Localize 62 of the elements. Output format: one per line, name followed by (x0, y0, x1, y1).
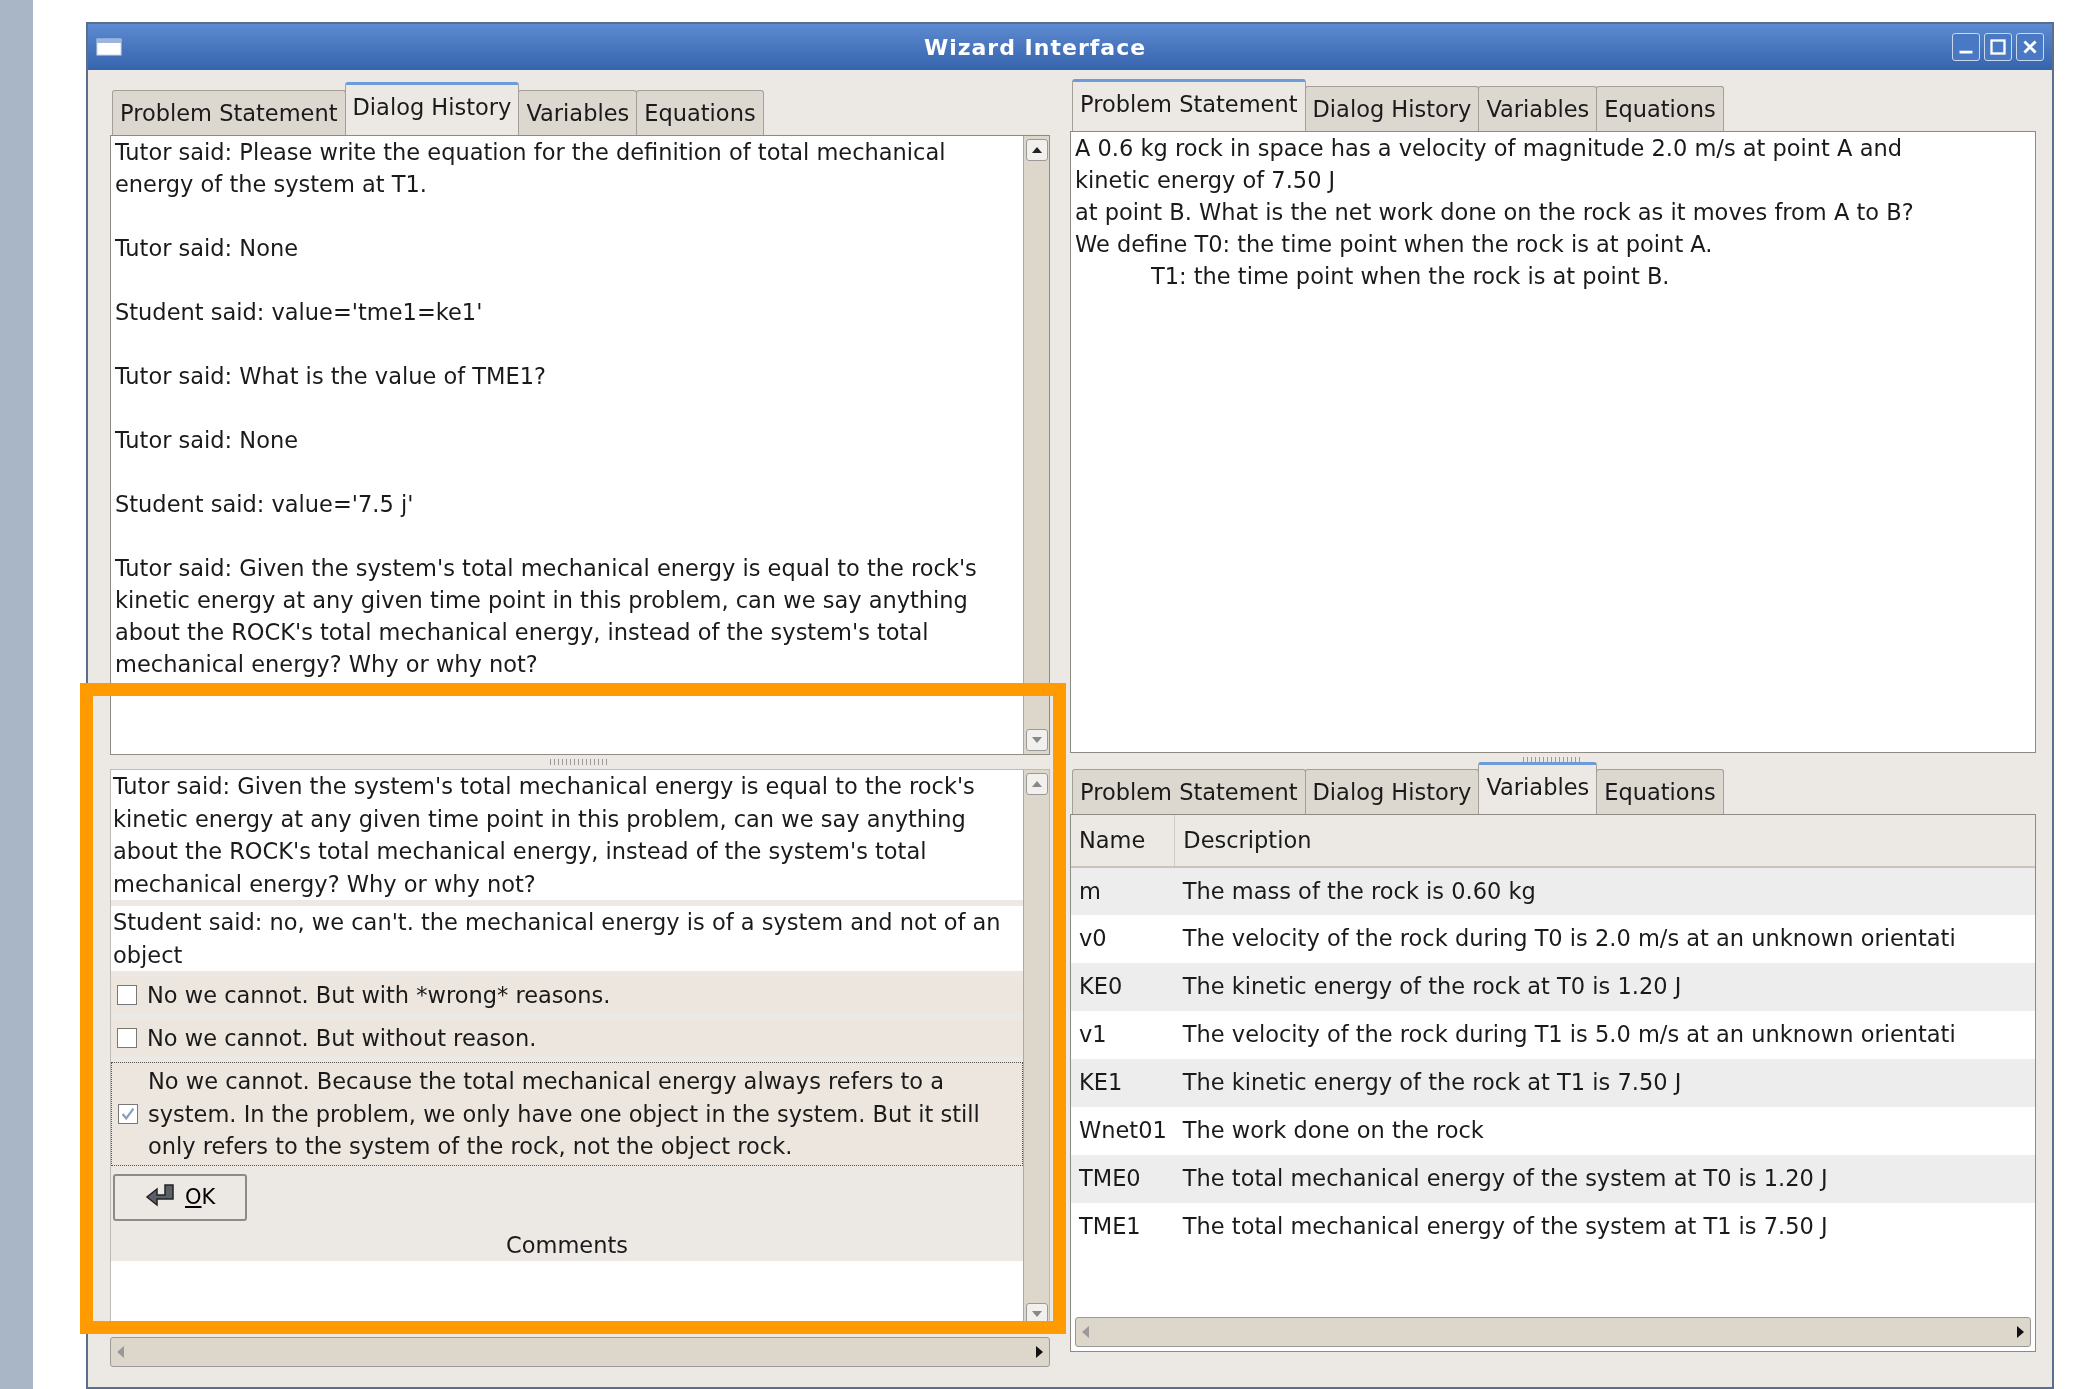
dialog-message: Tutor said: Given the system's total mechanical energy is equal to the rock's kinetic energy at any given time point in this problem, can we say anything about the ROCK's total mechanical energy, instead of the system's total mechanical energy? Why or why not? (115, 554, 978, 679)
problem-line: A 0.6 kg rock in space has a velocity of magnitude 2.0 m/s at point A and (1075, 134, 1902, 163)
table-cell: The velocity of the rock during T1 is 5.0 m/s at an unknown orientati (1174, 1011, 2035, 1059)
problem-line: T1: the time point when the rock is at point B. (1150, 262, 1670, 291)
problem-line: kinetic energy of 7.50 J (1075, 166, 1336, 195)
table-cell: v1 (1071, 1011, 1175, 1059)
tab[interactable]: Problem Statement (112, 90, 346, 135)
dialog-message: Student said: value='7.5 j' (115, 490, 415, 519)
answer-option[interactable]: No we cannot. But with *wrong* reasons. (111, 977, 1023, 1014)
table-cell: The kinetic energy of the rock at T1 is 7.50 J (1174, 1059, 2035, 1107)
down-arrow-icon[interactable] (1031, 1310, 1042, 1318)
table-cell: The velocity of the rock during T0 is 2.0 m/s at an unknown orientati (1174, 915, 2035, 963)
dialog-message: Student said: value='tme1=ke1' (115, 298, 484, 327)
horizontal-scrollbar[interactable] (1075, 1317, 2031, 1347)
dialog-message: Tutor said: Please write the equation for the definition of total mechanical energy of the system at T1. (115, 138, 947, 199)
problem-line: We define T0: the time point when the rock is at point A. (1075, 230, 1713, 259)
table-cell: TME0 (1071, 1155, 1175, 1203)
table-cell: The kinetic energy of the rock at T0 is 1.20 J (1174, 963, 2035, 1011)
horizontal-scrollbar[interactable] (110, 1337, 1050, 1367)
column-header[interactable]: Name (1071, 815, 1175, 867)
close-icon[interactable] (2016, 33, 2044, 61)
window-title: Wizard Interface (922, 33, 1148, 62)
table-cell: TME1 (1071, 1203, 1175, 1251)
up-arrow-icon[interactable] (1031, 146, 1042, 154)
tab[interactable]: Dialog History (1304, 86, 1480, 131)
table-cell: v0 (1071, 915, 1175, 963)
tab[interactable]: Dialog History (1304, 769, 1480, 814)
checkbox[interactable] (117, 1027, 137, 1048)
tutor-message: Tutor said: Given the system's total mechanical energy is equal to the rock's kinetic energy at any given time point in this problem, can we say anything about the ROCK's total mechanical energy, instead of the system's total mechanical energy? Why or why not? (111, 770, 1023, 900)
comments-field[interactable] (111, 1261, 1023, 1321)
table-cell: The total mechanical energy of the system at T1 is 7.50 J (1174, 1203, 2035, 1251)
comments-label: Comments (506, 1232, 628, 1258)
table-cell: The work done on the rock (1174, 1107, 2035, 1155)
table-cell: m (1071, 867, 1175, 915)
minimize-icon[interactable] (1952, 33, 1980, 61)
dialog-message: Tutor said: None (115, 426, 300, 455)
table-cell: The total mechanical energy of the system at T0 is 1.20 J (1174, 1155, 2035, 1203)
table-cell: Wnet01 (1071, 1107, 1175, 1155)
tab[interactable]: Equations (636, 90, 764, 135)
column-header[interactable]: Description (1174, 815, 2035, 867)
tab[interactable]: Problem Statement (1072, 79, 1306, 131)
dialog-message: Tutor said: None (115, 234, 300, 263)
checkbox[interactable] (117, 985, 137, 1006)
tab[interactable]: Variables (518, 90, 638, 135)
window-icon (96, 38, 122, 56)
ok-button[interactable]: OK (113, 1173, 248, 1221)
tab[interactable]: Variables (1478, 86, 1598, 131)
tab[interactable]: Equations (1596, 769, 1724, 814)
tab[interactable]: Problem Statement (1072, 769, 1306, 814)
problem-line: at point B. What is the net work done on the rock as it moves from A to B? (1075, 198, 1914, 227)
table-cell: KE1 (1071, 1059, 1175, 1107)
table-cell: The mass of the rock is 0.60 kg (1174, 867, 2035, 915)
scrollbar[interactable] (1023, 136, 1049, 754)
dialog-message: Tutor said: What is the value of TME1? (115, 362, 547, 391)
answer-option[interactable]: No we cannot. Because the total mechanical energy always refers to a system. In the problem, we only have one object in the system. But it still only refers to the system of the rock, not the object rock. (111, 1062, 1023, 1166)
student-message: Student said: no, we can't. the mechanical energy is of a system and not of an object (111, 906, 1023, 971)
answer-option[interactable]: No we cannot. But without reason. (111, 1019, 1023, 1056)
tab[interactable]: Equations (1596, 86, 1724, 131)
maximize-icon[interactable] (1984, 33, 2012, 61)
table-cell: KE0 (1071, 963, 1175, 1011)
checkbox[interactable] (118, 1103, 138, 1124)
down-arrow-icon[interactable] (1031, 736, 1042, 744)
